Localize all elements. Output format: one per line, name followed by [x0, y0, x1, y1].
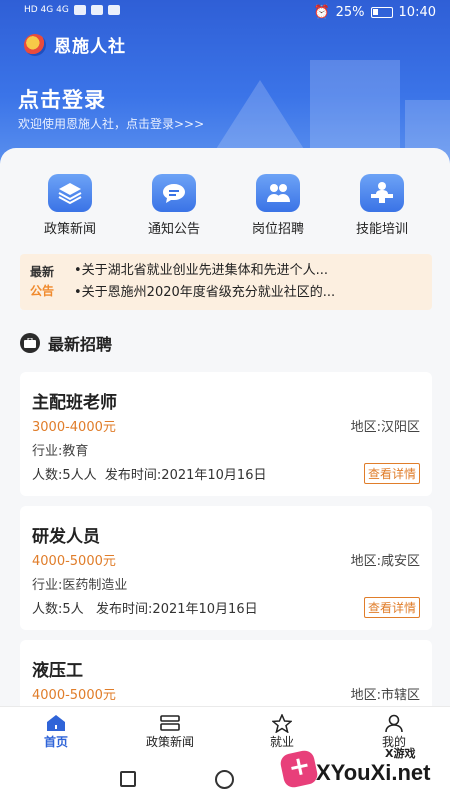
people-icon	[256, 174, 300, 212]
job-meta: 人数:5人 发布时间:2021年10月16日	[32, 602, 258, 617]
job-title: 主配班老师	[32, 393, 117, 413]
tab-label: 首页	[43, 735, 68, 749]
notification-icon	[73, 5, 86, 15]
job-salary: 3000-4000元	[32, 420, 116, 435]
nav-label: 政策新闻	[43, 222, 96, 237]
job-region: 地区:市辖区	[350, 688, 420, 703]
job-card[interactable]: 主配班老师 3000-4000元 地区:汉阳区 行业:教育 人数:5人人 发布时…	[20, 372, 432, 496]
recent-apps-button[interactable]	[120, 771, 136, 787]
job-region: 地区:咸安区	[350, 554, 420, 569]
alarm-icon: ⏰	[313, 5, 330, 20]
job-industry: 行业:教育	[32, 444, 89, 459]
announcement-tag: 最新 公告	[30, 263, 64, 301]
job-card[interactable]: 液压工 4000-5000元 地区:市辖区	[20, 640, 432, 706]
nav-job-posts[interactable]: 岗位招聘	[226, 174, 330, 237]
announcement-item[interactable]: •关于湖北省就业创业先进集体和先进个人...	[74, 260, 335, 282]
status-right: ⏰ 25% 10:40	[313, 5, 436, 20]
job-region: 地区:汉阳区	[350, 420, 420, 435]
nav-label: 通知公告	[147, 222, 200, 237]
announcement-bar[interactable]: 最新 公告 •关于湖北省就业创业先进集体和先进个人... •关于恩施州2020年…	[20, 254, 432, 310]
job-meta: 人数:5人人 发布时间:2021年10月16日	[32, 468, 267, 483]
login-subtitle[interactable]: 欢迎使用恩施人社，点击登录>>>	[18, 115, 204, 132]
battery-percent: 25%	[335, 5, 365, 20]
layers-icon	[48, 174, 92, 212]
section-title: 最新招聘	[48, 335, 113, 354]
star-icon	[242, 713, 322, 733]
watermark-main-text: XYouXi.net	[316, 760, 431, 785]
clock: 10:40	[398, 5, 436, 20]
job-industry: 行业:医药制造业	[32, 578, 128, 593]
lectern-icon	[360, 174, 404, 212]
tab-policy-news[interactable]: 政策新闻	[130, 713, 210, 750]
briefcase-icon	[20, 333, 40, 353]
app-name: 恩施人社	[54, 37, 126, 57]
tag-line-notice: 公告	[30, 284, 55, 298]
job-card[interactable]: 研发人员 4000-5000元 地区:咸安区 行业:医药制造业 人数:5人 发布…	[20, 506, 432, 630]
job-title: 研发人员	[32, 527, 100, 547]
chat-bubble-icon	[152, 174, 196, 212]
view-details-button[interactable]: 查看详情	[363, 463, 420, 484]
watermark-logo-icon	[278, 748, 320, 790]
tag-line-latest: 最新	[30, 265, 55, 279]
announcement-item[interactable]: •关于恩施州2020年度省级充分就业社区的...	[74, 282, 335, 304]
app-notification-icon	[107, 5, 120, 15]
job-title: 液压工	[32, 661, 83, 681]
announcement-list: •关于湖北省就业创业先进集体和先进个人... •关于恩施州2020年度省级充分就…	[74, 260, 335, 304]
user-icon	[354, 713, 434, 733]
watermark-top-text: X游戏	[385, 747, 416, 760]
status-bar: HD 4G 4G ⏰ 25% 10:40	[0, 0, 450, 26]
nav-label: 岗位招聘	[251, 222, 304, 237]
view-details-button[interactable]: 查看详情	[363, 597, 420, 618]
tab-home[interactable]: 首页	[16, 713, 96, 750]
message-icon	[90, 5, 103, 15]
job-salary: 4000-5000元	[32, 554, 116, 569]
nav-skill-training[interactable]: 技能培训	[330, 174, 434, 237]
login-title[interactable]: 点击登录	[18, 84, 106, 114]
nav-notices[interactable]: 通知公告	[122, 174, 226, 237]
signal-text: HD 4G 4G	[24, 5, 69, 15]
news-icon	[130, 713, 210, 733]
nav-policy-news[interactable]: 政策新闻	[18, 174, 122, 237]
tab-label: 政策新闻	[145, 735, 194, 749]
app-brand: 恩施人社	[24, 32, 126, 57]
site-watermark: X游戏 XYouXi.net	[278, 742, 445, 796]
app-logo-icon	[24, 33, 46, 56]
home-icon	[16, 713, 96, 733]
nav-label: 技能培训	[355, 222, 408, 237]
quick-nav: 政策新闻 通知公告 岗位招聘 技能培训	[0, 174, 450, 238]
section-header: 最新招聘	[20, 331, 112, 355]
job-salary: 4000-5000元	[32, 688, 116, 703]
home-button[interactable]	[215, 770, 234, 789]
battery-icon	[370, 7, 393, 18]
signal-indicators: HD 4G 4G	[24, 5, 120, 15]
